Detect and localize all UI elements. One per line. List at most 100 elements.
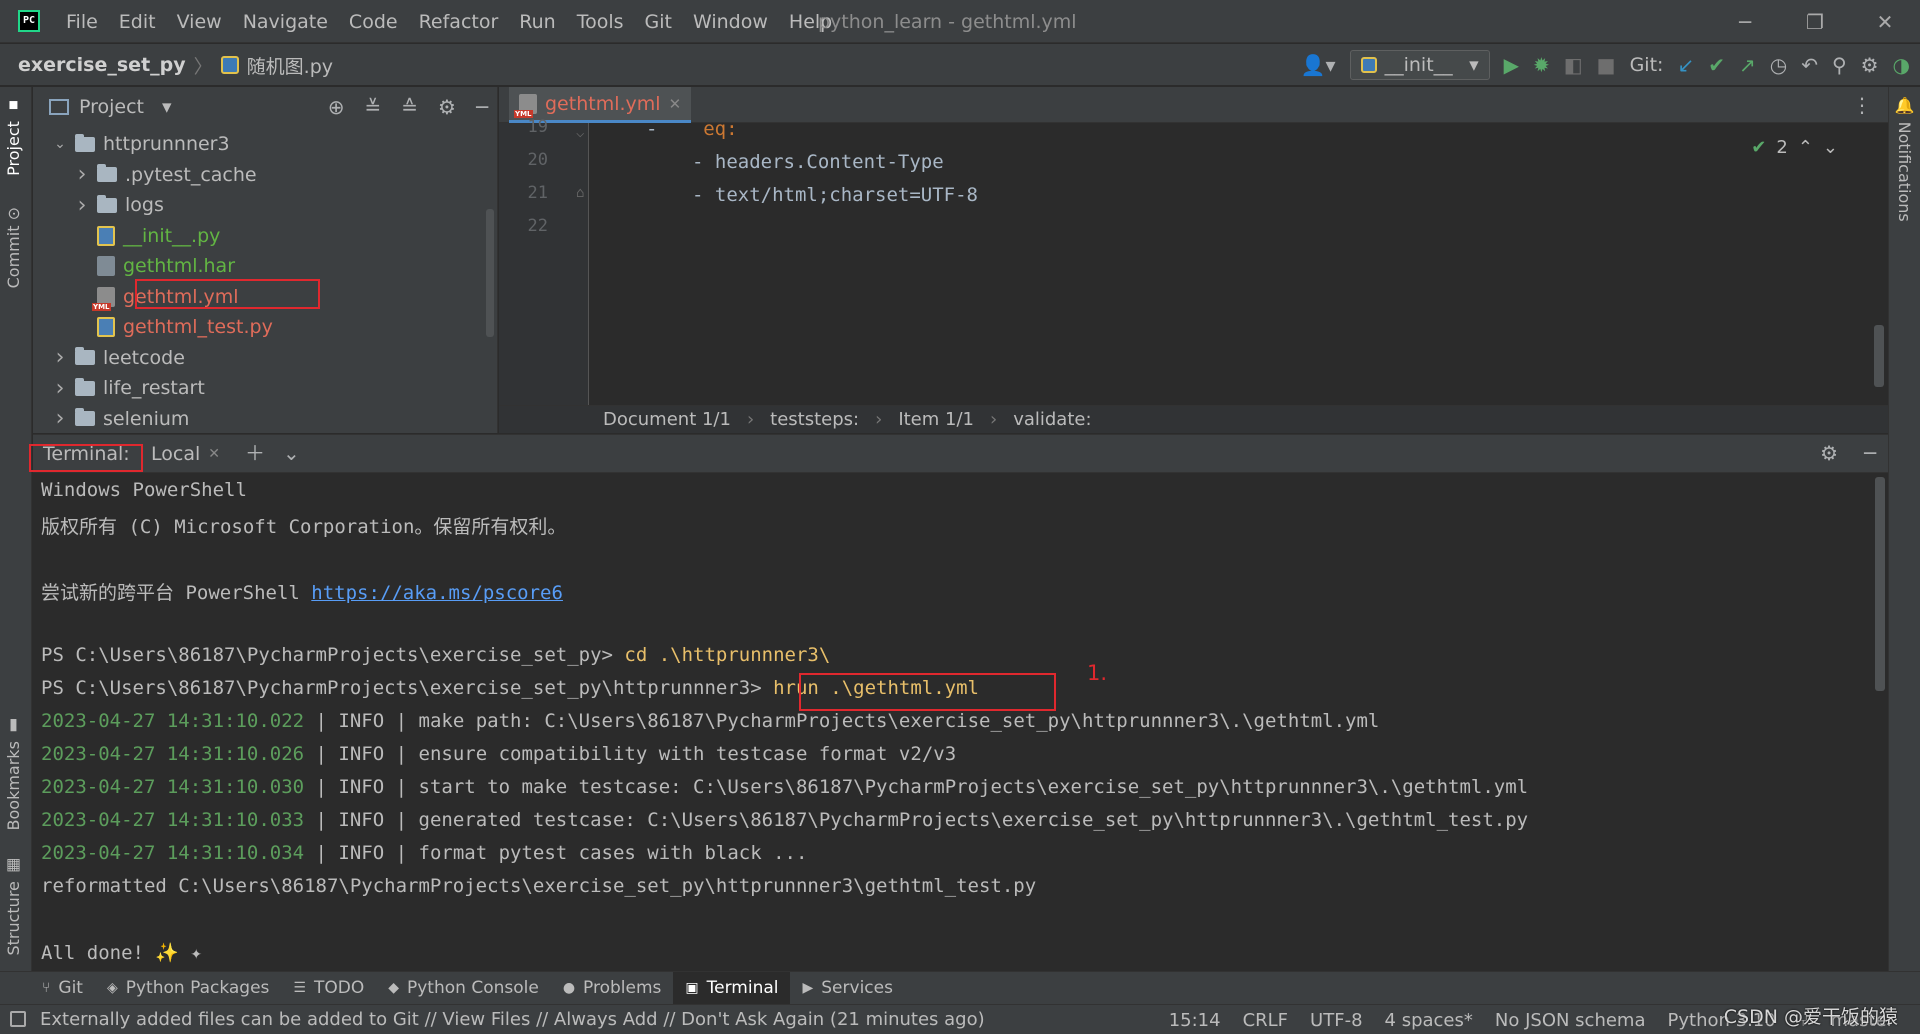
previous-highlight-icon[interactable]: ⌃ bbox=[1798, 137, 1813, 158]
tree-item-httprunnner3[interactable]: ⌄ httprunnner3 bbox=[53, 129, 229, 159]
project-tool-tab[interactable]: Project ▪ bbox=[4, 97, 23, 176]
menu-refactor[interactable]: Refactor bbox=[419, 11, 499, 33]
tree-item-init-py[interactable]: __init__.py bbox=[75, 221, 220, 251]
gear-icon[interactable]: ⚙ bbox=[438, 97, 456, 117]
toolwindow-todo[interactable]: ☰ TODO bbox=[281, 972, 376, 1005]
toolwindow-python-console[interactable]: ◆ Python Console bbox=[376, 972, 551, 1005]
toolwindow-label: Services bbox=[821, 978, 893, 998]
hide-icon[interactable]: ─ bbox=[476, 97, 488, 117]
chevron-down-icon[interactable]: ⌄ bbox=[283, 443, 300, 463]
settings-gear-icon[interactable]: ⚙ bbox=[1861, 55, 1879, 75]
commit-tool-tab[interactable]: Commit ⊙ bbox=[4, 207, 23, 288]
toolwindow-terminal[interactable]: ▣ Terminal bbox=[673, 971, 791, 1005]
menu-git[interactable]: Git bbox=[645, 11, 672, 33]
menu-navigate[interactable]: Navigate bbox=[243, 11, 328, 33]
next-highlight-icon[interactable]: ⌄ bbox=[1823, 137, 1838, 158]
structure-crumb[interactable]: Item 1/1 bbox=[898, 409, 974, 430]
toolwindow-services[interactable]: ▶ Services bbox=[790, 972, 904, 1005]
folder-icon bbox=[75, 408, 95, 426]
bookmarks-tool-tab[interactable]: Bookmarks ▮ bbox=[4, 717, 23, 830]
code-line-21[interactable]: - text/html;charset=UTF-8 bbox=[692, 184, 978, 206]
status-widget-2[interactable]: UTF-8 bbox=[1310, 1010, 1362, 1031]
menu-window[interactable]: Window bbox=[693, 11, 768, 33]
tree-item-logs[interactable]: › logs bbox=[75, 190, 164, 220]
user-icon[interactable]: 👤▾ bbox=[1301, 55, 1336, 75]
menu-file[interactable]: File bbox=[66, 11, 98, 33]
status-widget-1[interactable]: CRLF bbox=[1243, 1010, 1288, 1031]
stop-icon[interactable]: ■ bbox=[1597, 55, 1616, 75]
close-tab-icon[interactable]: ✕ bbox=[669, 95, 682, 113]
run-configuration-select[interactable]: __init__ ▾ bbox=[1349, 50, 1490, 80]
hide-icon[interactable]: ─ bbox=[1864, 443, 1876, 463]
line-number: 19 bbox=[527, 117, 548, 137]
tree-item-gethtml-yml[interactable]: gethtml.yml bbox=[75, 282, 239, 312]
git-commit-icon[interactable]: ✔ bbox=[1708, 55, 1725, 75]
terminal-scrollbar[interactable] bbox=[1875, 477, 1885, 691]
chevron-right-icon[interactable]: › bbox=[53, 345, 67, 370]
menu-run[interactable]: Run bbox=[519, 11, 555, 33]
folder-icon bbox=[75, 133, 95, 152]
terminal-tab-local[interactable]: Local ✕ bbox=[151, 435, 220, 473]
locate-icon[interactable]: ⊕ bbox=[328, 97, 345, 117]
toolwindow-python-packages[interactable]: ◈ Python Packages bbox=[95, 972, 281, 1005]
close-icon[interactable]: ✕ bbox=[1850, 10, 1920, 34]
history-icon[interactable]: ◷ bbox=[1770, 55, 1787, 75]
chevron-right-icon[interactable]: › bbox=[53, 406, 67, 431]
structure-crumb[interactable]: Document 1/1 bbox=[603, 409, 731, 430]
menu-edit[interactable]: Edit bbox=[119, 11, 156, 33]
collapse-all-icon[interactable]: ≙ bbox=[401, 97, 418, 117]
toolwindow-problems[interactable]: ● Problems bbox=[551, 972, 674, 1005]
tree-item-gethtml-har[interactable]: gethtml.har bbox=[75, 251, 235, 281]
toolwindow-git[interactable]: ⑂ Git bbox=[30, 972, 95, 1005]
menu-tools[interactable]: Tools bbox=[577, 11, 624, 33]
pscore6-link[interactable]: https://aka.ms/pscore6 bbox=[311, 582, 563, 604]
debug-icon[interactable]: ✹ bbox=[1533, 55, 1550, 75]
restore-icon[interactable]: ❐ bbox=[1780, 10, 1850, 34]
minimize-icon[interactable]: ─ bbox=[1710, 10, 1780, 34]
new-terminal-icon[interactable]: ＋ bbox=[245, 443, 265, 463]
menu-view[interactable]: View bbox=[177, 11, 222, 33]
structure-crumb[interactable]: teststeps: bbox=[770, 409, 859, 430]
menu-code[interactable]: Code bbox=[349, 11, 398, 33]
breadcrumb-file[interactable]: 随机图.py bbox=[247, 52, 333, 79]
status-message[interactable]: Externally added files can be added to G… bbox=[40, 1009, 985, 1030]
toolbox-icon[interactable]: ◑ bbox=[1893, 55, 1910, 75]
shell-command: cd .\httprunnner3\ bbox=[624, 644, 831, 666]
fold-marker-icon[interactable]: ⌂ bbox=[576, 185, 584, 201]
code-line-19[interactable]: - eq: bbox=[646, 118, 738, 140]
code-line-20[interactable]: - headers.Content-Type bbox=[692, 151, 944, 173]
gear-icon[interactable]: ⚙ bbox=[1820, 443, 1838, 463]
more-options-icon[interactable]: ⋮ bbox=[1852, 95, 1872, 115]
chevron-down-icon[interactable]: ▾ bbox=[162, 96, 172, 118]
tree-item-leetcode[interactable]: › leetcode bbox=[53, 343, 185, 373]
terminal-output[interactable]: Windows PowerShell 版权所有 (C) Microsoft Cor… bbox=[33, 473, 1873, 972]
tree-item-pytest-cache[interactable]: › .pytest_cache bbox=[75, 160, 257, 190]
expand-all-icon[interactable]: ≚ bbox=[364, 97, 381, 117]
close-tab-icon[interactable]: ✕ bbox=[208, 446, 220, 462]
tree-item-gethtml-test-py[interactable]: gethtml_test.py bbox=[75, 312, 273, 342]
chevron-down-icon[interactable]: ⌄ bbox=[53, 136, 67, 152]
git-push-icon[interactable]: ↗ bbox=[1739, 55, 1756, 75]
chevron-right-icon[interactable]: › bbox=[75, 162, 89, 187]
search-icon[interactable]: ⚲ bbox=[1832, 55, 1847, 75]
structure-tool-tab[interactable]: Structure ▦ bbox=[4, 857, 23, 956]
chevron-right-icon[interactable]: › bbox=[53, 376, 67, 401]
editor-scrollbar[interactable] bbox=[1874, 325, 1884, 387]
status-widget-0[interactable]: 15:14 bbox=[1169, 1010, 1221, 1031]
git-update-icon[interactable]: ↙ bbox=[1677, 55, 1694, 75]
rollback-icon[interactable]: ↶ bbox=[1801, 55, 1818, 75]
status-widget-4[interactable]: No JSON schema bbox=[1495, 1010, 1646, 1031]
project-panel-title[interactable]: Project bbox=[79, 96, 144, 118]
breadcrumb-project[interactable]: exercise_set_py bbox=[18, 54, 186, 76]
notifications-tool-tab[interactable]: 🔔 Notifications bbox=[1895, 97, 1914, 222]
tree-item-selenium[interactable]: › selenium bbox=[53, 404, 190, 434]
run-icon[interactable]: ▶ bbox=[1504, 55, 1519, 75]
chevron-right-icon[interactable]: › bbox=[75, 193, 89, 218]
coverage-icon[interactable]: ◧ bbox=[1564, 55, 1583, 75]
structure-crumb[interactable]: validate: bbox=[1013, 409, 1091, 430]
project-scrollbar[interactable] bbox=[486, 209, 494, 337]
tree-item-life-restart[interactable]: › life_restart bbox=[53, 373, 205, 403]
fold-marker-icon[interactable]: ⌵ bbox=[576, 125, 584, 141]
inspection-widget[interactable]: ✔ 2 ⌃ ⌄ bbox=[1751, 137, 1838, 158]
status-widget-3[interactable]: 4 spaces* bbox=[1385, 1010, 1473, 1031]
